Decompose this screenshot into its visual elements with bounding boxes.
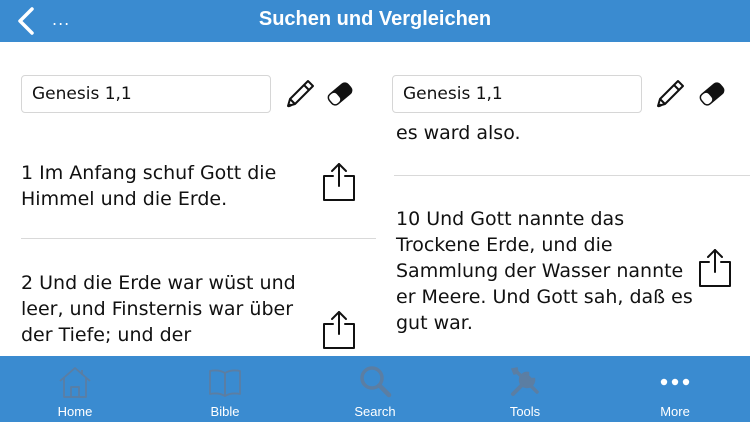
share-icon[interactable] [321, 160, 357, 202]
tab-bar: Home Bible Search Tools More [0, 356, 750, 422]
tab-label: Home [57, 404, 93, 419]
tab-search[interactable]: Search [300, 356, 450, 422]
verse-item: 1 Im Anfang schuf Gott die Himmel und di… [21, 162, 277, 210]
tab-label: Tools [509, 404, 541, 419]
verse-item: 2 Und die Erde war wüst und leer, und Fi… [21, 272, 296, 346]
verse-item: 10 Und Gott nannte das Trockene Erde, un… [396, 208, 693, 334]
tab-bible[interactable]: Bible [150, 356, 300, 422]
right-comparison-pane: es ward also. 10 Und Gott nannte das Tro… [376, 42, 750, 356]
left-comparison-pane: 1 Im Anfang schuf Gott die Himmel und di… [0, 42, 376, 356]
tab-home[interactable]: Home [0, 356, 150, 422]
tools-icon [510, 367, 539, 396]
search-icon [360, 366, 392, 398]
home-icon [59, 367, 91, 398]
verse-list-left[interactable]: 1 Im Anfang schuf Gott die Himmel und di… [0, 124, 376, 356]
page-title: Suchen und Vergleichen [258, 8, 492, 30]
reference-input-left[interactable] [21, 75, 271, 113]
verse-divider [21, 238, 376, 239]
tab-more[interactable]: More [600, 356, 750, 422]
share-icon[interactable] [697, 246, 733, 288]
verse-list-right[interactable]: es ward also. 10 Und Gott nannte das Tro… [376, 124, 750, 356]
reference-input-right[interactable] [392, 75, 642, 113]
pencil-icon[interactable] [652, 76, 688, 112]
more-icon [660, 378, 690, 386]
share-icon[interactable] [321, 308, 357, 350]
eraser-icon[interactable] [322, 76, 358, 112]
eraser-icon[interactable] [694, 76, 730, 112]
verse-item: es ward also. [396, 124, 521, 144]
tab-label: Bible [210, 404, 240, 419]
verse-divider [394, 175, 750, 176]
tab-label: More [660, 404, 690, 419]
tab-tools[interactable]: Tools [450, 356, 600, 422]
tab-label: Search [354, 404, 396, 419]
pencil-icon[interactable] [282, 76, 318, 112]
book-icon [209, 369, 241, 397]
navigation-bar: ... Suchen und Vergleichen [0, 0, 750, 42]
